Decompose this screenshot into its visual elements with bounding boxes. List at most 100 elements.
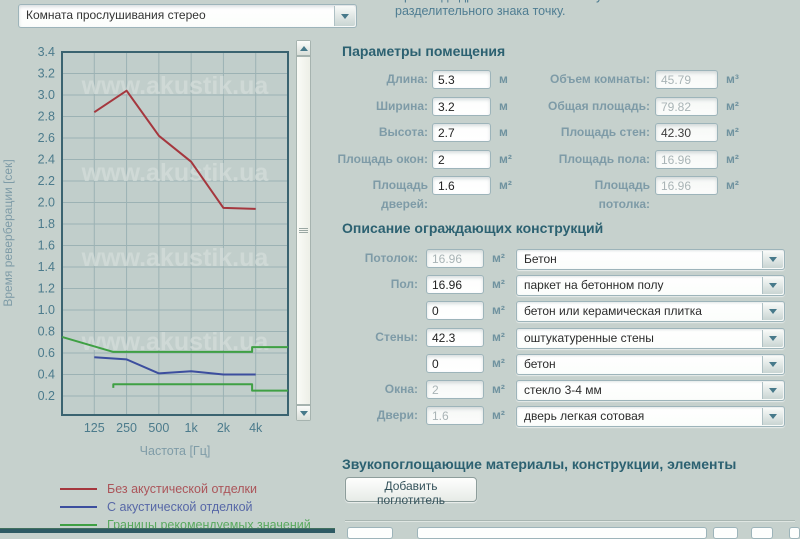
total-area-label: Общая площадь: — [540, 97, 650, 116]
watermark-text: www.akustik.ua — [81, 159, 270, 187]
scroll-up-icon[interactable] — [297, 41, 310, 56]
legend-item: Без акустической отделки — [60, 482, 257, 496]
x-tick-label: 1k — [185, 421, 199, 435]
floor-1-material-value: паркет на бетонном полу — [517, 276, 784, 295]
windows-area-input[interactable] — [432, 150, 491, 169]
y-tick-label: 3.2 — [38, 67, 55, 81]
walls-2-unit: м² — [492, 354, 505, 373]
doors-unit: м² — [492, 406, 505, 425]
absorber-material-select-partial[interactable] — [417, 527, 707, 539]
height-input[interactable] — [432, 123, 491, 142]
windows-label: Окна: — [330, 380, 418, 399]
constructions-title: Описание ограждающих конструкций — [342, 220, 603, 236]
y-tick-label: 2.4 — [38, 153, 55, 167]
height-label: Высота: — [330, 123, 428, 142]
total-area-input — [655, 97, 718, 116]
chevron-down-icon[interactable] — [334, 6, 355, 26]
y-tick-label: 0.6 — [38, 346, 55, 360]
doors-area-input — [426, 406, 484, 425]
chart-scrollbar[interactable] — [296, 40, 311, 421]
absorber-area-input-partial[interactable] — [347, 527, 393, 539]
scrollbar-grip — [299, 228, 308, 234]
ceiling-material-select[interactable]: Бетон — [516, 249, 785, 270]
x-tick-label: 2k — [217, 421, 231, 435]
walls-area-input — [655, 123, 718, 142]
y-tick-label: 1.8 — [38, 217, 55, 231]
doors-area-label: Площадь дверей: — [330, 176, 428, 214]
ceiling-area-label: Площадь потолка: — [540, 176, 650, 214]
chevron-down-icon[interactable] — [762, 382, 783, 399]
doors-area-unit: м² — [499, 176, 512, 195]
absorber-button2-partial[interactable] — [751, 527, 773, 539]
ceiling-label: Потолок: — [330, 249, 418, 268]
length-input[interactable] — [432, 70, 491, 89]
chevron-down-icon[interactable] — [762, 303, 783, 320]
width-label: Ширина: — [330, 97, 428, 116]
legend-item: С акустической отделкой — [60, 500, 253, 514]
absorber-button1-partial[interactable] — [713, 527, 738, 539]
plot-area — [62, 52, 288, 415]
scrollbar-thumb[interactable] — [297, 56, 310, 405]
acoustic-calculator-page: { "page": {"background": "#c6d1cd"}, "ro… — [0, 0, 800, 532]
y-tick-label: 0.2 — [38, 389, 55, 403]
legend-label: Без акустической отделки — [107, 482, 257, 496]
ceiling-material-value: Бетон — [517, 250, 784, 269]
fraction-note: При вводе дробных чисел используйте в ка… — [395, 0, 795, 19]
walls-2-material-value: бетон — [517, 355, 784, 374]
walls-area-label: Площадь стен: — [540, 123, 650, 142]
room-volume-unit: м³ — [726, 70, 739, 89]
walls-1-label: Стены: — [330, 328, 418, 347]
walls-1-area-input[interactable] — [426, 328, 484, 347]
floor-2-material-select[interactable]: бетон или керамическая плитка — [516, 301, 785, 322]
room-preset-select[interactable]: Комната прослушивания стерео — [18, 4, 357, 28]
reverberation-chart: www.akustik.uawww.akustik.uawww.akustik.… — [0, 35, 330, 465]
add-absorber-button[interactable]: Добавить поглотитель — [345, 477, 477, 502]
y-tick-label: 1.4 — [38, 260, 55, 274]
y-tick-label: 3.4 — [38, 45, 55, 59]
doors-material-select[interactable]: дверь легкая сотовая — [516, 406, 785, 427]
chevron-down-icon[interactable] — [762, 277, 783, 294]
chevron-down-icon[interactable] — [762, 356, 783, 373]
floor-area-label: Площадь пола: — [540, 150, 650, 169]
absorbers-divider — [345, 520, 795, 522]
floor-1-unit: м² — [492, 275, 505, 294]
absorbers-title: Звукопоглощающие материалы, конструкции,… — [342, 456, 736, 472]
y-tick-label: 1.0 — [38, 303, 55, 317]
windows-area-input — [426, 380, 484, 399]
results-table-header-partial — [0, 528, 335, 533]
walls-2-material-select[interactable]: бетон — [516, 354, 785, 375]
ceiling-area-unit: м² — [726, 176, 739, 195]
doors-label: Двери: — [330, 406, 418, 425]
length-unit: м — [499, 70, 508, 89]
floor-1-material-select[interactable]: паркет на бетонном полу — [516, 275, 785, 296]
floor-area-input — [655, 150, 718, 169]
walls-2-area-input[interactable] — [426, 354, 484, 373]
chevron-down-icon[interactable] — [762, 330, 783, 347]
floor-2-area-input[interactable] — [426, 301, 484, 320]
windows-unit: м² — [492, 380, 505, 399]
scroll-down-icon[interactable] — [297, 405, 310, 420]
floor-2-unit: м² — [492, 301, 505, 320]
width-input[interactable] — [432, 97, 491, 116]
legend-label: С акустической отделкой — [107, 500, 253, 514]
chevron-down-icon[interactable] — [762, 251, 783, 268]
y-tick-label: 2.0 — [38, 196, 55, 210]
absorber-button3-partial[interactable] — [789, 527, 800, 539]
windows-area-unit: м² — [499, 150, 512, 169]
windows-material-select[interactable]: стекло 3-4 мм — [516, 380, 785, 401]
walls-1-material-select[interactable]: оштукатуренные стены — [516, 328, 785, 349]
y-tick-label: 0.8 — [38, 325, 55, 339]
windows-material-value: стекло 3-4 мм — [517, 381, 784, 400]
fraction-note-line2: разделительного знака точку. — [395, 4, 795, 19]
doors-material-value: дверь легкая сотовая — [517, 407, 784, 426]
height-unit: м — [499, 123, 508, 142]
y-tick-label: 1.6 — [38, 239, 55, 253]
total-area-unit: м² — [726, 97, 739, 116]
floor-1-area-input[interactable] — [426, 275, 484, 294]
floor-2-material-value: бетон или керамическая плитка — [517, 302, 784, 321]
x-axis-title: Частота [Гц] — [140, 444, 211, 458]
y-tick-label: 2.8 — [38, 110, 55, 124]
chevron-down-icon[interactable] — [762, 408, 783, 425]
room-volume-label: Объем комнаты: — [540, 70, 650, 89]
doors-area-input[interactable] — [432, 176, 491, 195]
